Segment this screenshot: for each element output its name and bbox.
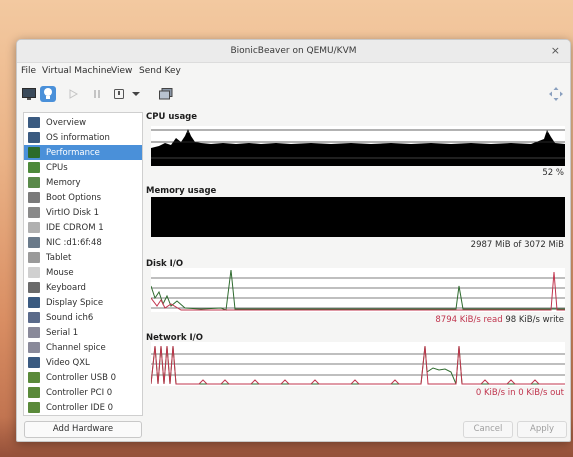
window-title: BionicBeaver on QEMU/KVM: [230, 46, 357, 56]
monitor-icon: [28, 132, 40, 143]
display-icon: [28, 297, 40, 308]
sidebar-item-controller-ide-0[interactable]: Controller IDE 0: [24, 400, 142, 415]
disk-read-value: 8794 KiB/s read: [435, 315, 503, 325]
sidebar-item-memory[interactable]: Memory: [24, 175, 142, 190]
network-in-value: 0 KiB/s in: [475, 388, 516, 398]
channel-icon: [28, 342, 40, 353]
memory-usage-value: 2987 MiB of 3072 MiB: [470, 240, 564, 250]
sidebar-item-label: Display Spice: [46, 297, 104, 308]
lightbulb-icon[interactable]: [40, 86, 56, 102]
add-hardware-button[interactable]: Add Hardware: [24, 421, 142, 438]
controller-icon: [28, 387, 40, 398]
disk-io-stat: 8794 KiB/s read 98 KiB/s write: [435, 315, 564, 325]
sidebar-item-label: Serial 1: [46, 327, 79, 338]
nic-icon: [28, 237, 40, 248]
sidebar-item-controller-usb-0[interactable]: Controller USB 0: [24, 370, 142, 385]
cancel-button[interactable]: Cancel: [463, 421, 513, 438]
dropdown-arrow-icon[interactable]: [128, 86, 144, 102]
sidebar-item-label: IDE CDROM 1: [46, 222, 104, 233]
network-io-graph: [151, 342, 565, 386]
menu-file[interactable]: File: [21, 66, 36, 76]
monitor-icon[interactable]: [21, 86, 37, 102]
snapshot-icon[interactable]: [158, 86, 174, 102]
cpu-usage-title: CPU usage: [146, 112, 198, 122]
sidebar-item-cpus[interactable]: CPUs: [24, 160, 142, 175]
sound-icon: [28, 312, 40, 323]
sidebar-item-label: Controller PCI 0: [46, 387, 113, 398]
network-io-stat: 0 KiB/s in 0 KiB/s out: [476, 388, 564, 398]
sidebar-item-channel-spice[interactable]: Channel spice: [24, 340, 142, 355]
apply-button[interactable]: Apply: [517, 421, 567, 438]
tablet-icon: [28, 252, 40, 263]
controller-icon: [28, 402, 40, 413]
performance-icon: [28, 147, 40, 158]
sidebar-item-overview[interactable]: Overview: [24, 115, 142, 130]
sidebar-item-controller-pci-0[interactable]: Controller PCI 0: [24, 385, 142, 400]
disk-io-graph: [151, 268, 565, 312]
sidebar-item-label: NIC :d1:6f:48: [46, 237, 102, 248]
power-icon[interactable]: [111, 86, 127, 102]
mouse-icon: [28, 267, 40, 278]
sidebar-item-label: Video QXL: [46, 357, 90, 368]
sidebar-item-performance[interactable]: Performance: [24, 145, 142, 160]
sidebar-item-ide-cdrom-1[interactable]: IDE CDROM 1: [24, 220, 142, 235]
sidebar-item-label: Controller IDE 0: [46, 402, 114, 413]
cdrom-icon: [28, 222, 40, 233]
sidebar-item-label: Performance: [46, 147, 100, 158]
menu-send-key[interactable]: Send Key: [139, 66, 181, 76]
close-icon[interactable]: ×: [551, 44, 560, 57]
cpu-usage-value: 52 %: [542, 168, 564, 178]
network-out-value: 0 KiB/s out: [518, 388, 564, 398]
sidebar-item-label: Channel spice: [46, 342, 106, 353]
memory-usage-graph: [151, 197, 565, 237]
sidebar-item-label: OS information: [46, 132, 110, 143]
sidebar-item-virtio-disk-1[interactable]: VirtIO Disk 1: [24, 205, 142, 220]
monitor-icon: [28, 117, 40, 128]
disk-icon: [28, 207, 40, 218]
cpu-icon: [28, 162, 40, 173]
sidebar-item-sound-ich6[interactable]: Sound ich6: [24, 310, 142, 325]
keyboard-icon: [28, 282, 40, 293]
sidebar-item-boot-options[interactable]: Boot Options: [24, 190, 142, 205]
play-icon[interactable]: [65, 86, 81, 102]
sidebar-item-label: Sound ich6: [46, 312, 94, 323]
menu-virtual-machine[interactable]: Virtual Machine: [42, 66, 112, 76]
sidebar-item-os-information[interactable]: OS information: [24, 130, 142, 145]
video-icon: [28, 357, 40, 368]
sidebar-item-label: Tablet: [46, 252, 72, 263]
sidebar-item-mouse[interactable]: Mouse: [24, 265, 142, 280]
cpu-usage-graph: [151, 126, 565, 166]
serial-icon: [28, 327, 40, 338]
hardware-list: Overview OS information Performance CPUs Mem…: [23, 112, 143, 416]
toolbar: [17, 83, 570, 105]
title-bar: BionicBeaver on QEMU/KVM ×: [17, 40, 570, 63]
sidebar-item-tablet[interactable]: Tablet: [24, 250, 142, 265]
sidebar-item-video-qxl[interactable]: Video QXL: [24, 355, 142, 370]
menu-view[interactable]: View: [111, 66, 132, 76]
sidebar-item-keyboard[interactable]: Keyboard: [24, 280, 142, 295]
controller-icon: [28, 372, 40, 383]
pause-icon[interactable]: [89, 86, 105, 102]
sidebar-item-serial-1[interactable]: Serial 1: [24, 325, 142, 340]
sidebar-item-label: Keyboard: [46, 282, 86, 293]
disk-write-value: 98 KiB/s write: [505, 315, 564, 325]
sidebar-item-label: CPUs: [46, 162, 68, 173]
sidebar-item-label: Controller USB 0: [46, 372, 117, 383]
sidebar-item-label: Boot Options: [46, 192, 102, 203]
sidebar-item-label: Memory: [46, 177, 81, 188]
sidebar-item-nic-d1-6f-48[interactable]: NIC :d1:6f:48: [24, 235, 142, 250]
gear-icon: [28, 192, 40, 203]
sidebar-item-label: VirtIO Disk 1: [46, 207, 100, 218]
fullscreen-icon[interactable]: [548, 86, 564, 102]
sidebar-item-display-spice[interactable]: Display Spice: [24, 295, 142, 310]
sidebar-item-label: Mouse: [46, 267, 74, 278]
sidebar-item-label: Overview: [46, 117, 87, 128]
memory-icon: [28, 177, 40, 188]
memory-usage-title: Memory usage: [146, 186, 217, 196]
vm-details-window: BionicBeaver on QEMU/KVM × File Virtual …: [16, 39, 571, 442]
